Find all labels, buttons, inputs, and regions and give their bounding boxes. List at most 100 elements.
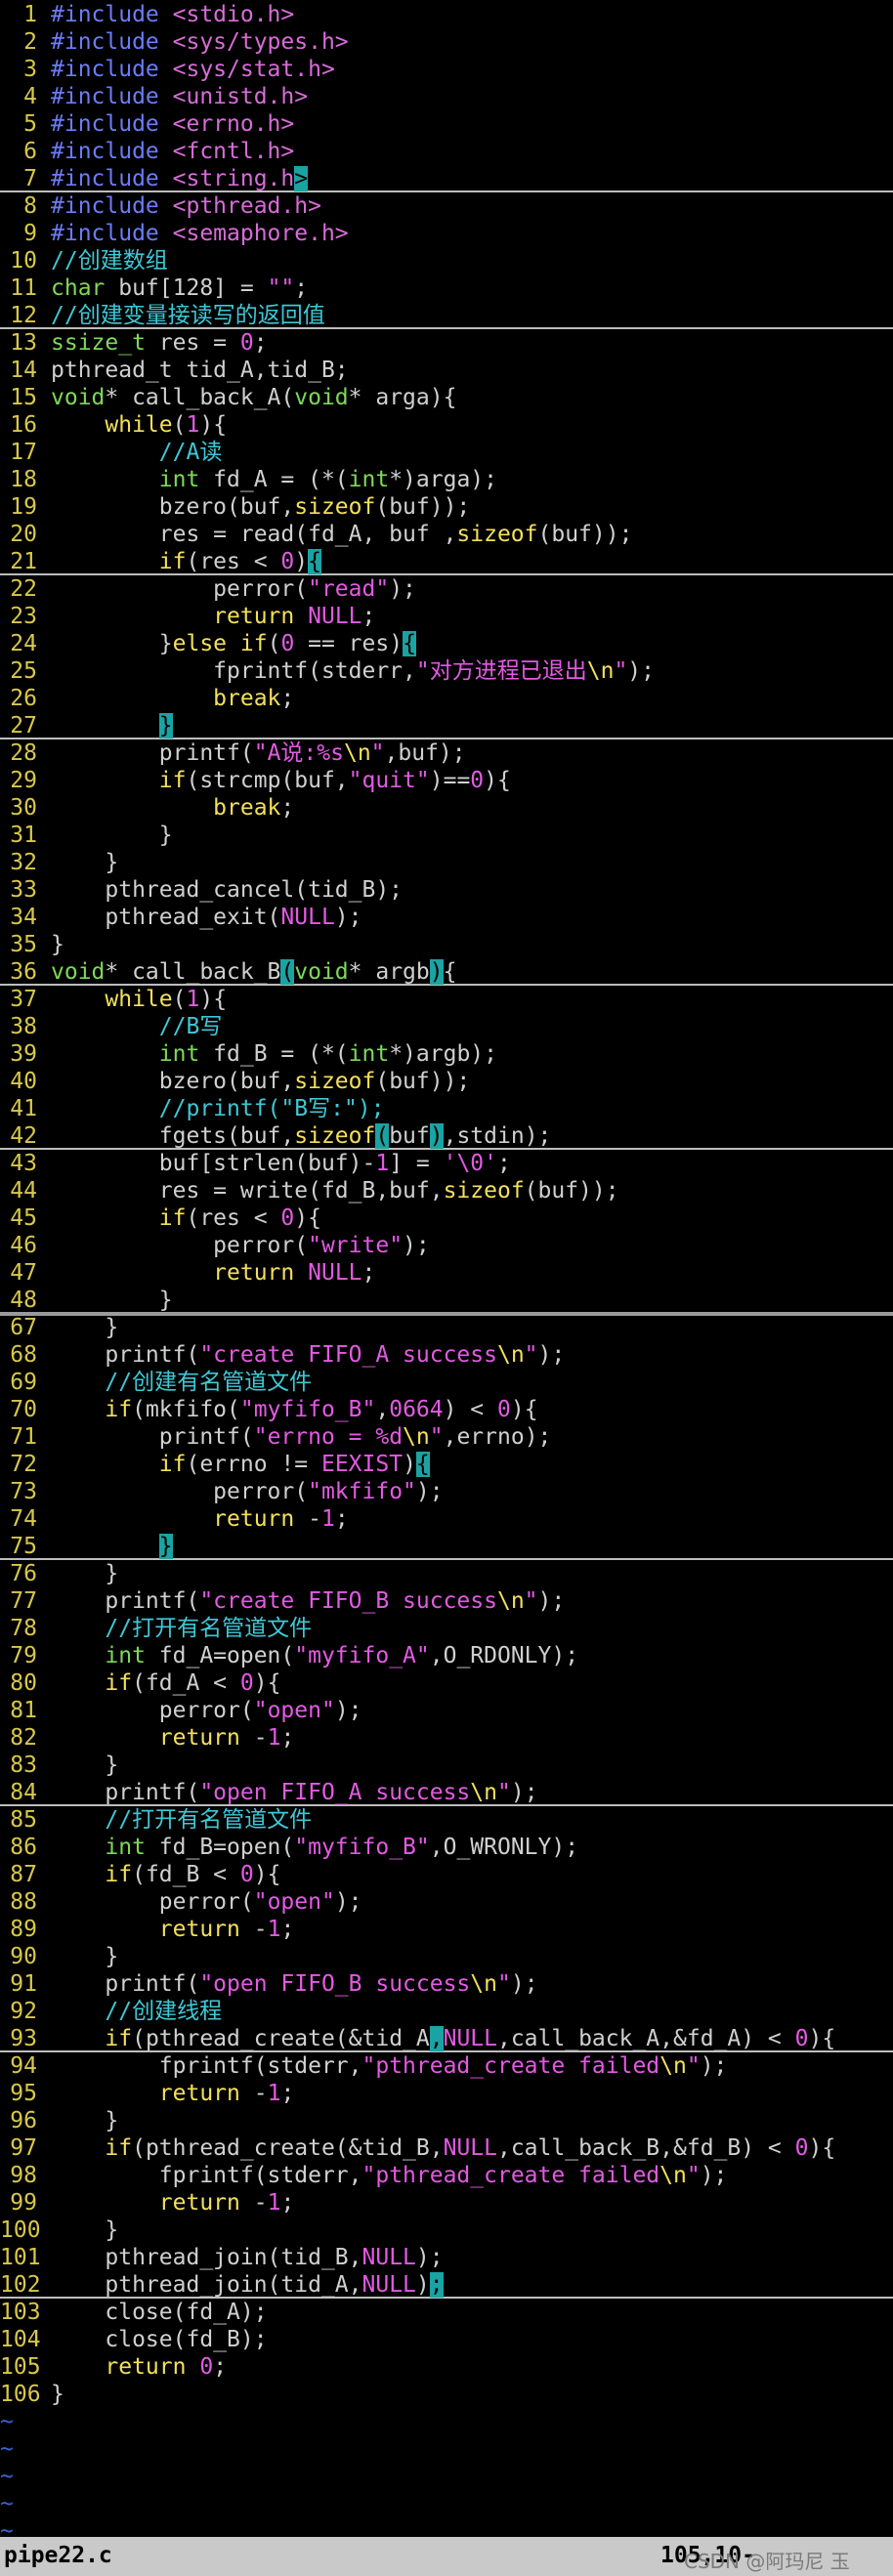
- code-line[interactable]: 85 //打开有名管道文件: [0, 1806, 893, 1834]
- code-line[interactable]: 88 perror("open");: [0, 1888, 893, 1916]
- code-line[interactable]: 37 while(1){: [0, 986, 893, 1013]
- code-text: while(1){: [51, 986, 227, 1013]
- code-line[interactable]: 48 }: [0, 1287, 893, 1314]
- code-editor[interactable]: 1 #include <stdio.h> 2 #include <sys/types.…: [0, 0, 893, 2571]
- code-line[interactable]: 70 if(mkfifo("myfifo_B",0664) < 0){: [0, 1396, 893, 1423]
- code-line[interactable]: 7 #include <string.h>: [0, 165, 893, 192]
- code-line[interactable]: 91 printf("open FIFO_B success\n");: [0, 1970, 893, 1998]
- code-line[interactable]: 47 return NULL;: [0, 1259, 893, 1287]
- code-line[interactable]: 11 char buf[128] = "";: [0, 274, 893, 302]
- code-line[interactable]: 89 return -1;: [0, 1916, 893, 1943]
- code-line[interactable]: 36 void* call_back_B(void* argb){: [0, 958, 893, 986]
- code-line[interactable]: 84 printf("open FIFO_A success\n");: [0, 1779, 893, 1806]
- code-line[interactable]: 106}: [0, 2381, 893, 2408]
- code-line[interactable]: 42 fgets(buf,sizeof(buf),stdin);: [0, 1122, 893, 1150]
- code-line[interactable]: 93 if(pthread_create(&tid_A,NULL,call_ba…: [0, 2025, 893, 2052]
- code-line[interactable]: 26 break;: [0, 685, 893, 712]
- code-line[interactable]: 32 }: [0, 849, 893, 876]
- code-line[interactable]: 1 #include <stdio.h>: [0, 1, 893, 28]
- code-token: perror(: [51, 1698, 254, 1723]
- code-line[interactable]: 6 #include <fcntl.h>: [0, 138, 893, 165]
- code-line[interactable]: 45 if(res < 0){: [0, 1204, 893, 1232]
- code-line[interactable]: 5 #include <errno.h>: [0, 110, 893, 138]
- code-line[interactable]: 17 //A读: [0, 439, 893, 466]
- code-line[interactable]: 105 return 0;: [0, 2353, 893, 2381]
- code-text: #include <sys/types.h>: [51, 28, 349, 56]
- code-line[interactable]: 77 printf("create FIFO_B success\n");: [0, 1587, 893, 1615]
- code-line[interactable]: 44 res = write(fd_B,buf,sizeof(buf));: [0, 1177, 893, 1204]
- code-line[interactable]: 19 bzero(buf,sizeof(buf));: [0, 493, 893, 521]
- code-line[interactable]: 92 //创建线程: [0, 1998, 893, 2025]
- code-line[interactable]: 103 close(fd_A);: [0, 2299, 893, 2326]
- code-line[interactable]: 29 if(strcmp(buf,"quit")==0){: [0, 767, 893, 794]
- code-line[interactable]: 2 #include <sys/types.h>: [0, 28, 893, 56]
- code-line[interactable]: 76 }: [0, 1560, 893, 1587]
- code-line[interactable]: 28 printf("A说:%s\n",buf);: [0, 739, 893, 767]
- code-line[interactable]: 74 return -1;: [0, 1505, 893, 1533]
- code-line[interactable]: 104 close(fd_B);: [0, 2326, 893, 2353]
- code-line[interactable]: 99 return -1;: [0, 2189, 893, 2217]
- code-line[interactable]: 102 pthread_join(tid_A,NULL);: [0, 2271, 893, 2299]
- code-line[interactable]: 98 fprintf(stderr,"pthread_create failed…: [0, 2162, 893, 2189]
- code-line[interactable]: 33 pthread_cancel(tid_B);: [0, 876, 893, 904]
- code-line[interactable]: 24 }else if(0 == res){: [0, 630, 893, 657]
- code-line[interactable]: 82 return -1;: [0, 1724, 893, 1752]
- code-line[interactable]: 72 if(errno != EEXIST){: [0, 1451, 893, 1478]
- code-line[interactable]: 9 #include <semaphore.h>: [0, 220, 893, 247]
- code-line[interactable]: 12 //创建变量接读写的返回值: [0, 302, 893, 329]
- code-line[interactable]: 81 perror("open");: [0, 1697, 893, 1724]
- code-line[interactable]: 21 if(res < 0){: [0, 548, 893, 575]
- code-token: NULL: [443, 2026, 497, 2051]
- code-line[interactable]: 14 pthread_t tid_A,tid_B;: [0, 357, 893, 384]
- code-line[interactable]: 90 }: [0, 1943, 893, 1970]
- code-line[interactable]: 83 }: [0, 1752, 893, 1779]
- code-line[interactable]: 16 while(1){: [0, 411, 893, 439]
- line-number: 47: [10, 1260, 37, 1286]
- code-line[interactable]: 101 pthread_join(tid_B,NULL);: [0, 2244, 893, 2271]
- code-line[interactable]: 73 perror("mkfifo");: [0, 1478, 893, 1505]
- code-line[interactable]: 38 //B写: [0, 1013, 893, 1040]
- code-line[interactable]: 68 printf("create FIFO_A success\n");: [0, 1341, 893, 1369]
- line-number: 37: [10, 987, 37, 1012]
- code-line[interactable]: 23 return NULL;: [0, 603, 893, 630]
- code-line[interactable]: 25 fprintf(stderr,"对方进程已退出\n");: [0, 657, 893, 685]
- code-line[interactable]: 69 //创建有名管道文件: [0, 1369, 893, 1396]
- code-token: while: [105, 412, 173, 438]
- code-line[interactable]: 71 printf("errno = %d\n",errno);: [0, 1423, 893, 1451]
- code-line[interactable]: 4 #include <unistd.h>: [0, 83, 893, 110]
- code-line[interactable]: 22 perror("read");: [0, 575, 893, 603]
- code-line[interactable]: 78 //打开有名管道文件: [0, 1615, 893, 1642]
- code-line[interactable]: 96 }: [0, 2107, 893, 2134]
- code-line[interactable]: 75 }: [0, 1533, 893, 1560]
- code-line[interactable]: 87 if(fd_B < 0){: [0, 1861, 893, 1888]
- code-line[interactable]: 95 return -1;: [0, 2080, 893, 2107]
- code-line[interactable]: 10 //创建数组: [0, 247, 893, 274]
- code-line[interactable]: 30 break;: [0, 794, 893, 822]
- code-line[interactable]: 41 //printf("B写:");: [0, 1095, 893, 1122]
- code-line[interactable]: 43 buf[strlen(buf)-1] = '\0';: [0, 1150, 893, 1177]
- code-line[interactable]: 94 fprintf(stderr,"pthread_create failed…: [0, 2052, 893, 2080]
- code-line[interactable]: 27 }: [0, 712, 893, 739]
- code-line[interactable]: 34 pthread_exit(NULL);: [0, 904, 893, 931]
- code-line[interactable]: 86 int fd_B=open("myfifo_B",O_WRONLY);: [0, 1834, 893, 1861]
- code-line[interactable]: 100 }: [0, 2217, 893, 2244]
- code-line[interactable]: 97 if(pthread_create(&tid_B,NULL,call_ba…: [0, 2134, 893, 2162]
- code-line[interactable]: 46 perror("write");: [0, 1232, 893, 1259]
- code-token: sizeof: [456, 522, 538, 547]
- code-line[interactable]: 31 }: [0, 822, 893, 849]
- code-line[interactable]: 15 void* call_back_A(void* arga){: [0, 384, 893, 411]
- code-line[interactable]: 13 ssize_t res = 0;: [0, 329, 893, 357]
- code-line[interactable]: 35}: [0, 931, 893, 958]
- code-line[interactable]: 79 int fd_A=open("myfifo_A",O_RDONLY);: [0, 1642, 893, 1669]
- code-line[interactable]: 67 }: [0, 1314, 893, 1341]
- code-token: "mkfifo": [308, 1479, 416, 1504]
- code-line[interactable]: 8 #include <pthread.h>: [0, 192, 893, 220]
- code-line[interactable]: 39 int fd_B = (*(int*)argb);: [0, 1040, 893, 1068]
- code-line[interactable]: 20 res = read(fd_A, buf ,sizeof(buf));: [0, 521, 893, 548]
- code-text: //printf("B写:");: [51, 1095, 385, 1122]
- code-line[interactable]: 80 if(fd_A < 0){: [0, 1669, 893, 1697]
- code-line[interactable]: 3 #include <sys/stat.h>: [0, 56, 893, 83]
- code-line[interactable]: 18 int fd_A = (*(int*)arga);: [0, 466, 893, 493]
- code-line[interactable]: 40 bzero(buf,sizeof(buf));: [0, 1068, 893, 1095]
